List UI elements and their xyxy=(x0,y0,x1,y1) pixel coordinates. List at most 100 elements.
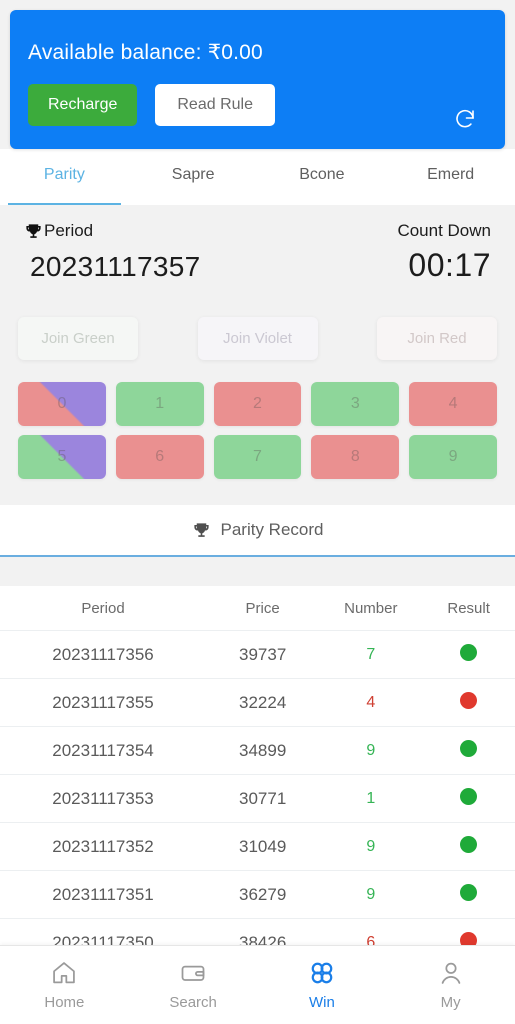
join-violet-button[interactable]: Join Violet xyxy=(197,317,318,360)
join-green-button[interactable]: Join Green xyxy=(18,317,138,360)
cell-number: 7 xyxy=(366,645,376,663)
cell-number: 9 xyxy=(366,741,376,759)
cell-price: 36279 xyxy=(239,884,287,904)
nav-item-home[interactable]: Home xyxy=(0,959,129,1011)
result-dot-green xyxy=(460,883,478,901)
number-tile-8[interactable]: 8 xyxy=(311,435,400,479)
number-tile-5[interactable]: 5 xyxy=(18,435,106,479)
trophy-icon xyxy=(24,222,43,241)
nav-label-win: Win xyxy=(308,994,335,1011)
period-block: Period 20231117357 xyxy=(24,221,200,283)
tab-bcone-label: Bcone xyxy=(299,166,345,183)
period-label: Period xyxy=(44,221,94,240)
cell-number: 9 xyxy=(366,885,376,903)
column-header-price: Price xyxy=(245,599,280,617)
number-tile-1[interactable]: 1 xyxy=(115,382,204,426)
number-tile-7[interactable]: 7 xyxy=(213,435,302,479)
cell-period: 20231117350 xyxy=(52,932,154,946)
cell-price: 30771 xyxy=(239,788,287,808)
home-icon xyxy=(50,959,78,987)
number-tile-0[interactable]: 0 xyxy=(18,382,106,426)
refresh-icon[interactable] xyxy=(453,107,477,131)
cell-number: 1 xyxy=(366,789,376,807)
table-row[interactable]: 20231117356 39737 7 xyxy=(0,631,515,679)
clover-icon xyxy=(308,959,336,987)
cell-period: 20231117355 xyxy=(52,692,154,712)
cell-period: 20231117353 xyxy=(52,788,154,808)
cell-result xyxy=(422,691,515,714)
bottom-navigation: Home Search Win My xyxy=(0,945,515,1024)
result-dot-red xyxy=(460,931,478,945)
parity-record-title-label: Parity Record xyxy=(220,520,324,539)
number-tile-2[interactable]: 2 xyxy=(213,382,302,426)
tab-parity[interactable]: Parity xyxy=(0,149,129,205)
table-row[interactable]: 20231117350 38426 6 xyxy=(0,919,515,945)
period-label-row: Period xyxy=(24,221,200,241)
available-balance-text: Available balance: ₹0.00 xyxy=(28,41,263,64)
balance-actions: Recharge Read Rule xyxy=(28,84,487,126)
number-tile-3[interactable]: 3 xyxy=(311,382,400,426)
trophy-icon xyxy=(192,521,211,540)
cell-price: 32224 xyxy=(239,692,287,712)
nav-item-my[interactable]: My xyxy=(386,959,515,1011)
cell-result xyxy=(422,835,515,858)
table-row[interactable]: 20231117355 32224 4 xyxy=(0,679,515,727)
countdown-value: 00:17 xyxy=(408,247,491,283)
tab-emerd-label: Emerd xyxy=(427,166,475,183)
result-dot-red xyxy=(460,691,478,709)
recharge-button[interactable]: Recharge xyxy=(28,84,138,126)
cell-price: 34899 xyxy=(239,740,287,760)
column-header-period: Period xyxy=(81,599,125,617)
game-tabs: Parity Sapre Bcone Emerd xyxy=(0,149,515,205)
table-row[interactable]: 20231117351 36279 9 xyxy=(0,871,515,919)
nav-label-my: My xyxy=(440,994,461,1011)
cell-period: 20231117352 xyxy=(52,836,154,856)
tab-sapre[interactable]: Sapre xyxy=(129,149,258,205)
wallet-icon xyxy=(179,959,207,987)
parity-record-section: Parity Record xyxy=(0,505,515,557)
cell-result xyxy=(422,643,515,666)
column-header-number: Number xyxy=(344,599,398,617)
number-tile-9[interactable]: 9 xyxy=(409,435,497,479)
records-table[interactable]: Period Price Number Result 20231117356 3… xyxy=(0,586,515,945)
countdown-label: Count Down xyxy=(397,221,491,240)
tab-sapre-label: Sapre xyxy=(171,166,215,183)
column-header-result: Result xyxy=(447,599,490,617)
nav-item-search[interactable]: Search xyxy=(129,959,258,1011)
tab-bcone[interactable]: Bcone xyxy=(258,149,387,205)
cell-result xyxy=(422,931,515,945)
cell-result xyxy=(422,883,515,906)
nav-label-home: Home xyxy=(44,994,85,1011)
join-buttons-row: Join Green Join Violet Join Red xyxy=(0,309,515,360)
period-value: 20231117357 xyxy=(30,251,201,282)
period-countdown-panel: Period 20231117357 Count Down 00:17 xyxy=(0,205,515,309)
join-red-button[interactable]: Join Red xyxy=(377,317,497,360)
result-dot-green xyxy=(460,835,478,853)
result-dot-green xyxy=(460,787,478,805)
read-rule-button[interactable]: Read Rule xyxy=(155,84,275,126)
cell-number: 9 xyxy=(366,837,376,855)
countdown-block: Count Down 00:17 xyxy=(397,221,491,284)
balance-card-container: Available balance: ₹0.00 Recharge Read R… xyxy=(0,0,515,149)
nav-item-win[interactable]: Win xyxy=(258,959,387,1011)
number-tile-6[interactable]: 6 xyxy=(115,435,204,479)
tab-parity-label: Parity xyxy=(43,166,85,183)
result-dot-green xyxy=(460,739,478,757)
tab-active-indicator xyxy=(8,203,121,205)
cell-price: 38426 xyxy=(239,932,287,946)
cell-price: 31049 xyxy=(239,836,287,856)
cell-number: 6 xyxy=(366,933,376,946)
cell-result xyxy=(422,739,515,762)
person-icon xyxy=(437,959,465,987)
tab-emerd[interactable]: Emerd xyxy=(386,149,515,205)
parity-record-title: Parity Record xyxy=(0,505,515,557)
cell-period: 20231117351 xyxy=(52,884,154,904)
table-row[interactable]: 20231117352 31049 9 xyxy=(0,823,515,871)
number-tile-4[interactable]: 4 xyxy=(409,382,497,426)
result-dot-green xyxy=(460,643,478,661)
nav-label-search: Search xyxy=(169,994,217,1011)
table-row[interactable]: 20231117354 34899 9 xyxy=(0,727,515,775)
table-header-row: Period Price Number Result xyxy=(0,586,515,631)
table-row[interactable]: 20231117353 30771 1 xyxy=(0,775,515,823)
cell-period: 20231117354 xyxy=(52,740,154,760)
